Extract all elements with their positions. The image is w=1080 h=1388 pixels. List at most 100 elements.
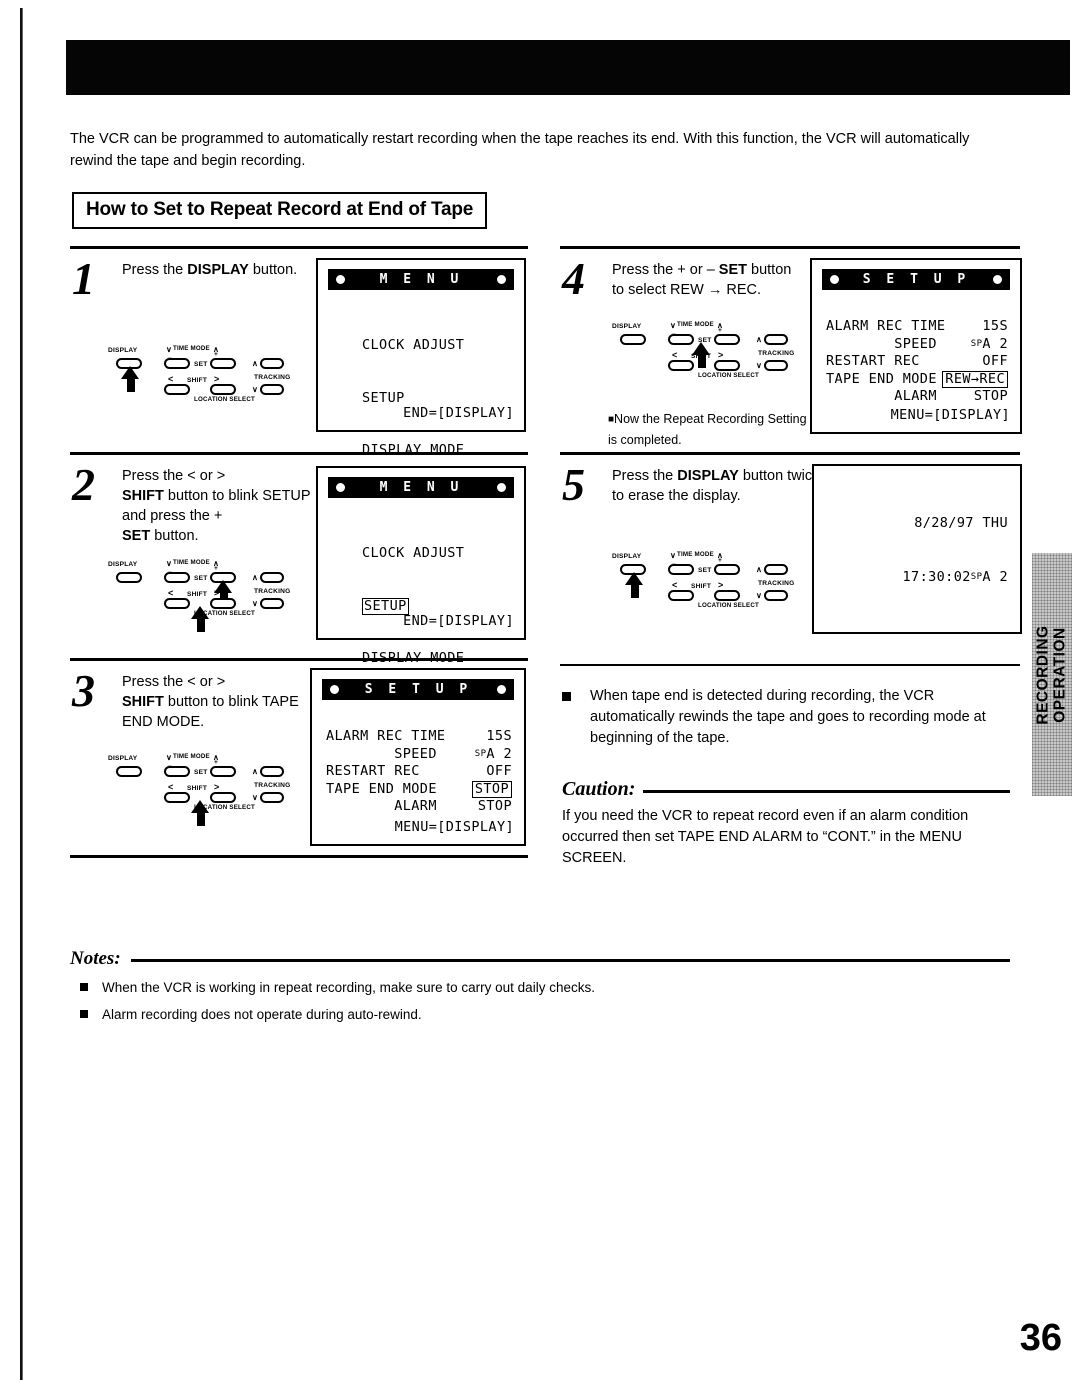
setup-row[interactable]: RESTART REC OFF xyxy=(826,353,1008,371)
title-dot-right xyxy=(496,483,506,492)
set-minus-button[interactable] xyxy=(164,572,190,583)
shift-left-button[interactable] xyxy=(164,384,190,395)
setup-row[interactable]: RESTART REC OFF xyxy=(326,763,512,781)
set-plus-button[interactable] xyxy=(714,334,740,345)
tracking-up-button[interactable] xyxy=(764,564,788,575)
tracking-up-button[interactable] xyxy=(260,572,284,583)
display-button[interactable] xyxy=(116,766,142,777)
tracking-down-button[interactable] xyxy=(260,384,284,395)
shift-right-button[interactable] xyxy=(210,598,236,609)
remote-panel-step-1: DISPLAY ∨ TIME MODE ∧ _ + SET < SHIFT > … xyxy=(108,345,291,403)
setup-row-key: ALARM xyxy=(326,798,437,814)
monitor-title-bar: S E T U P xyxy=(322,679,514,700)
set-minus-button[interactable] xyxy=(164,766,190,777)
panel-label-shift: SHIFT xyxy=(691,583,712,590)
setup-row-key: ALARM REC TIME xyxy=(326,728,446,744)
title-dot-right xyxy=(496,685,506,694)
right-column-rule-2 xyxy=(560,452,1020,455)
tracking-down-button[interactable] xyxy=(260,598,284,609)
setup-row-value: SPA 2 xyxy=(971,336,1008,354)
panel-label-time-mode: TIME MODE xyxy=(173,559,210,566)
title-dot-left xyxy=(336,275,345,284)
tracking-up-button[interactable] xyxy=(260,358,284,369)
tape-end-mode-highlight: STOP xyxy=(471,780,512,798)
notes-label: Notes: xyxy=(70,948,121,969)
setup-row-key: SPEED xyxy=(326,745,437,762)
monitor-title-bar: S E T U P xyxy=(822,269,1010,290)
shift-left-button[interactable] xyxy=(164,792,190,803)
panel-label-shift: SHIFT xyxy=(187,377,208,384)
panel-label-left: < xyxy=(168,374,174,384)
shift-left-button[interactable] xyxy=(668,590,694,601)
shift-left-button[interactable] xyxy=(164,598,190,609)
setup-row-tape-end-mode[interactable]: TAPE END MODE REW→REC xyxy=(826,370,1008,389)
setup-row[interactable]: ALARM STOP xyxy=(326,798,512,816)
display-button[interactable] xyxy=(620,334,646,345)
panel-label-tracking: TRACKING xyxy=(254,588,291,595)
tape-end-bullet-text: When tape end is detected during recordi… xyxy=(590,688,986,746)
notes-heading: Notes: xyxy=(70,948,1010,970)
set-minus-button[interactable] xyxy=(164,358,190,369)
caution-label: Caution: xyxy=(562,778,636,800)
setup-row[interactable]: SPEED SPA 2 xyxy=(326,746,512,764)
caution-block: Caution: If you need the VCR to repeat r… xyxy=(562,778,1010,869)
shift-left-button[interactable] xyxy=(668,360,694,371)
set-plus-button[interactable] xyxy=(714,564,740,575)
setup-row-key: ALARM xyxy=(826,388,937,404)
step-4-note: ■Now the Repeat Recording Setting is com… xyxy=(608,409,818,450)
panel-label-set: SET xyxy=(194,361,208,368)
set-plus-button[interactable] xyxy=(210,766,236,777)
menu-item[interactable]: CLOCK ADJUST xyxy=(362,337,498,355)
setup-row-key: RESTART REC xyxy=(326,763,420,779)
panel-label-shift: SHIFT xyxy=(187,591,208,598)
monitor-title-text: S E T U P xyxy=(364,682,472,697)
step-3-number: 3 xyxy=(72,665,95,716)
monitor-footer: MENU=[DISPLAY] xyxy=(394,819,514,835)
speed-value: A 2 xyxy=(982,335,1008,352)
shift-right-button[interactable] xyxy=(714,360,740,371)
shift-right-button[interactable] xyxy=(210,384,236,395)
setup-row-list: ALARM REC TIME 15S SPEED SPA 2 RESTART R… xyxy=(326,728,512,816)
setup-row[interactable]: ALARM REC TIME 15S xyxy=(326,728,512,746)
set-minus-button[interactable] xyxy=(668,334,694,345)
tracking-up-button[interactable] xyxy=(260,766,284,777)
panel-label-right: > xyxy=(718,350,724,360)
tracking-up-button[interactable] xyxy=(764,334,788,345)
clock-time-line: 17:30:02SPA 2 xyxy=(903,568,1008,586)
menu-item[interactable]: CLOCK ADJUST xyxy=(362,545,498,563)
remote-panel-step-2: DISPLAY ∨ TIME MODE ∧ _ + SET < SHIFT > … xyxy=(108,558,308,632)
shift-right-button[interactable] xyxy=(210,792,236,803)
tracking-down-button[interactable] xyxy=(260,792,284,803)
panel-label-tracking: TRACKING xyxy=(254,782,291,789)
set-minus-button[interactable] xyxy=(668,564,694,575)
tracking-down-button[interactable] xyxy=(764,360,788,371)
panel-label-time-mode: TIME MODE xyxy=(173,345,210,352)
panel-label-left: < xyxy=(672,350,678,360)
setup-row[interactable]: ALARM REC TIME 15S xyxy=(826,318,1008,336)
menu-item[interactable]: DISPLAY MODE xyxy=(362,442,498,460)
title-dot-left xyxy=(336,483,345,492)
panel-label-time-mode: TIME MODE xyxy=(677,321,714,328)
panel-label-left: < xyxy=(672,580,678,590)
setup-row-tape-end-mode[interactable]: TAPE END MODE STOP xyxy=(326,780,512,799)
intro-paragraph: The VCR can be programmed to automatical… xyxy=(70,131,970,169)
setup-row[interactable]: ALARM STOP xyxy=(826,388,1008,406)
setup-row-list: ALARM REC TIME 15S SPEED SPA 2 RESTART R… xyxy=(826,318,1008,406)
title-dot-left xyxy=(830,275,839,284)
tracking-down-button[interactable] xyxy=(764,590,788,601)
speed-sup: SP xyxy=(970,338,983,349)
display-button[interactable] xyxy=(116,572,142,583)
speed-value: A 2 xyxy=(486,745,512,762)
step-4-note-text: Now the Repeat Recording Setting is comp… xyxy=(608,412,807,447)
setup-row-key: SPEED xyxy=(826,335,937,352)
speed-sup: SP xyxy=(474,748,487,759)
panel-label-display: DISPLAY xyxy=(108,561,138,568)
step-1-number: 1 xyxy=(72,253,95,304)
panel-label-location-select: LOCATION SELECT xyxy=(194,610,255,617)
caution-body-text: If you need the VCR to repeat record eve… xyxy=(562,808,969,866)
shift-right-button[interactable] xyxy=(714,590,740,601)
note-square-icon xyxy=(80,1010,88,1018)
set-plus-button[interactable] xyxy=(210,358,236,369)
setup-row[interactable]: SPEED SPA 2 xyxy=(826,336,1008,354)
onscreen-clock: 8/28/97 THU 17:30:02SPA 2 xyxy=(903,478,1008,622)
